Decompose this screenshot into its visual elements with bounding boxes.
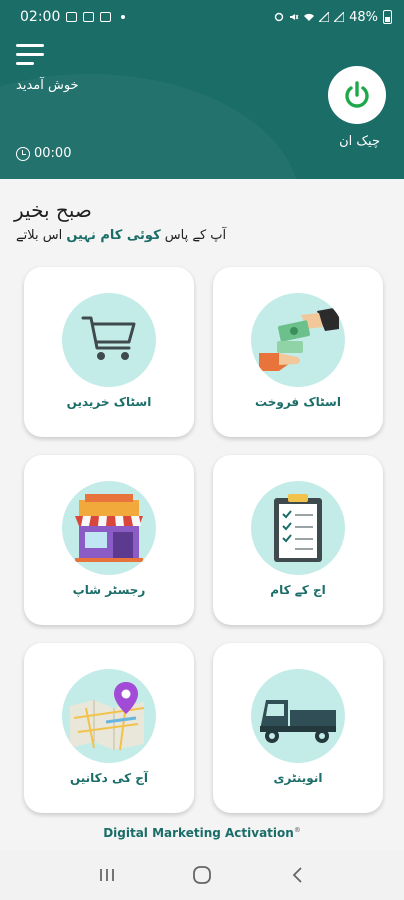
card-inventory[interactable]: انوینٹری [213,643,383,813]
back-icon [292,867,302,883]
home-button[interactable] [187,860,217,890]
status-bar: 02:00 48% [0,0,404,34]
notice-pre: آپ کے پاس [160,228,227,243]
greeting-title: صبح بخیر [14,198,92,222]
recents-icon [100,869,115,881]
card-icon-circle [62,293,156,387]
card-icon-circle [251,669,345,763]
card-label: رجسٹر شاپ [72,583,146,597]
system-nav-bar [0,850,404,900]
check-in-button[interactable] [328,66,386,124]
shopping-cart-icon [81,316,136,360]
timer: 00:00 [16,146,71,161]
card-icon-circle [251,293,345,387]
header: خوش آمدید 00:00 چیک ان [0,34,404,179]
card-label: اسٹاک خریدیں [66,395,152,409]
card-register-shop[interactable]: رجسٹر شاپ [24,455,194,625]
back-button[interactable] [282,860,312,890]
check-in-label: چیک ان [339,134,380,149]
card-label: اج کے کام [270,583,326,597]
timer-value: 00:00 [34,146,72,161]
mute-icon [290,14,299,20]
card-icon-circle [251,481,345,575]
wifi-icon [304,13,315,21]
signal-icon-2 [334,12,345,22]
battery-icon [383,10,392,24]
clock-icon [16,146,30,161]
money-exchange-icon [259,307,339,371]
card-sell-stock[interactable]: اسٹاک فروخت [213,267,383,437]
card-buy-stock[interactable]: اسٹاک خریدیں [24,267,194,437]
card-icon-circle [62,669,156,763]
task-notice: آپ کے پاس کوئی کام نہیں اس بلاتے [16,228,226,243]
notification-dot-icon [121,15,126,19]
status-time: 02:00 [20,9,61,25]
power-icon [345,81,369,108]
recent-apps-button[interactable] [92,860,122,890]
brand-text: Digital Marketing Activation® [0,826,404,840]
delivery-vehicle-icon [260,700,336,743]
card-label: انوینٹری [273,771,323,785]
map-pin-icon [70,682,145,751]
card-label: اسٹاک فروخت [255,395,341,409]
calendar-icon [100,12,112,22]
notice-highlight: کوئی کام نہیں [66,228,161,243]
signal-icon [319,12,330,22]
menu-icon[interactable] [16,44,44,66]
battery-percent: 48% [349,9,378,25]
alarm-icon [274,12,284,22]
clipboard-icon [274,494,322,562]
card-todays-tasks[interactable]: اج کے کام [213,455,383,625]
card-label: آج کی دکانیں [69,771,149,785]
registered-mark: ® [293,826,301,834]
mail-icon [83,12,95,22]
notice-post: اس بلاتے [16,228,67,243]
card-icon-circle [62,481,156,575]
home-icon [193,866,211,884]
welcome-text: خوش آمدید [16,78,79,93]
card-todays-shops[interactable]: آج کی دکانیں [24,643,194,813]
shop-icon [75,494,143,562]
gallery-icon [66,12,78,22]
brand-name: Digital Marketing Activation [103,826,294,840]
